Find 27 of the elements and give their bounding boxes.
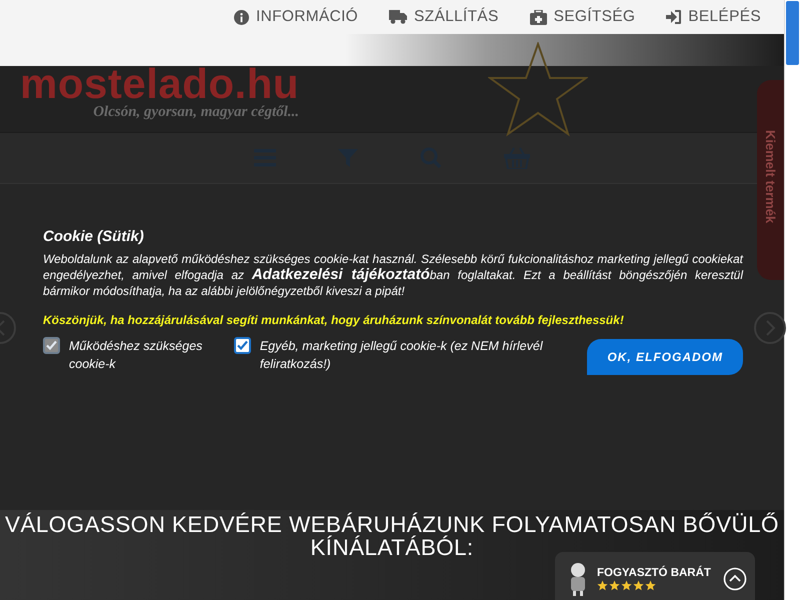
nav-link[interactable]: SZÁLLÍTÁS: [389, 8, 499, 26]
logo-tagline: Olcsón, gyorsan, magyar cégtől...: [93, 104, 300, 121]
cookie-title: Cookie (Sütik): [43, 228, 144, 245]
nav-link[interactable]: BELÉPÉS: [666, 8, 761, 26]
promo-heading: VÁLOGASSON KEDVÉRE WEBÁRUHÁZUNK FOLYAMATOSAN BŐVÜLŐ KÍNÁLATÁBÓL:: [4, 513, 780, 559]
scrollbar-thumb[interactable]: [786, 1, 799, 65]
star-icon: [645, 580, 656, 591]
checkbox[interactable]: [234, 337, 251, 354]
accept-button[interactable]: OK, ELFOGADOM: [587, 339, 743, 375]
checkbox-label: Működéshez szükséges cookie-k: [69, 338, 204, 373]
info-icon: [234, 10, 250, 24]
scrollbar[interactable]: [784, 0, 800, 600]
star-icon: [597, 580, 608, 591]
truck-icon: [389, 10, 408, 24]
checkbox-label: Egyéb, marketing jellegű cookie-k (ez NEM hírlevél feliratkozás!): [260, 338, 544, 373]
medical-kit-icon: [530, 10, 547, 24]
cookie-thanks-text: Köszönjük, ha hozzájárulásával segíti munkánkat, hogy áruházunk színvonalát tovább fejleszthessük!: [43, 313, 625, 327]
nav-link[interactable]: SEGÍTSÉG: [530, 8, 636, 26]
star-icon: [633, 580, 644, 591]
star-award-icon: [488, 42, 588, 137]
badge-label: FOGYASZTÓ BARÁT: [597, 567, 712, 579]
star-icon: [621, 580, 632, 591]
star-icon: [609, 580, 620, 591]
sign-in-icon: [666, 10, 682, 24]
nav-link[interactable]: INFORMÁCIÓ: [234, 8, 358, 26]
scroll-up-icon[interactable]: [723, 567, 747, 591]
cookie-description: Weboldalunk az alapvető működéshez szükséges cookie-kat használ. Szélesebb körű fukcionalitáshoz marketing jellegű cookiekat engedélyezhet, amivel elfogadja az Adatkezelési tájékoztatóban foglaltakat. Ezt a beállítást böngészőjén keresztül bármikor módosíthatja, ha az alábbi jelölőnégyzetből kiveszi a pipát!: [43, 251, 743, 299]
